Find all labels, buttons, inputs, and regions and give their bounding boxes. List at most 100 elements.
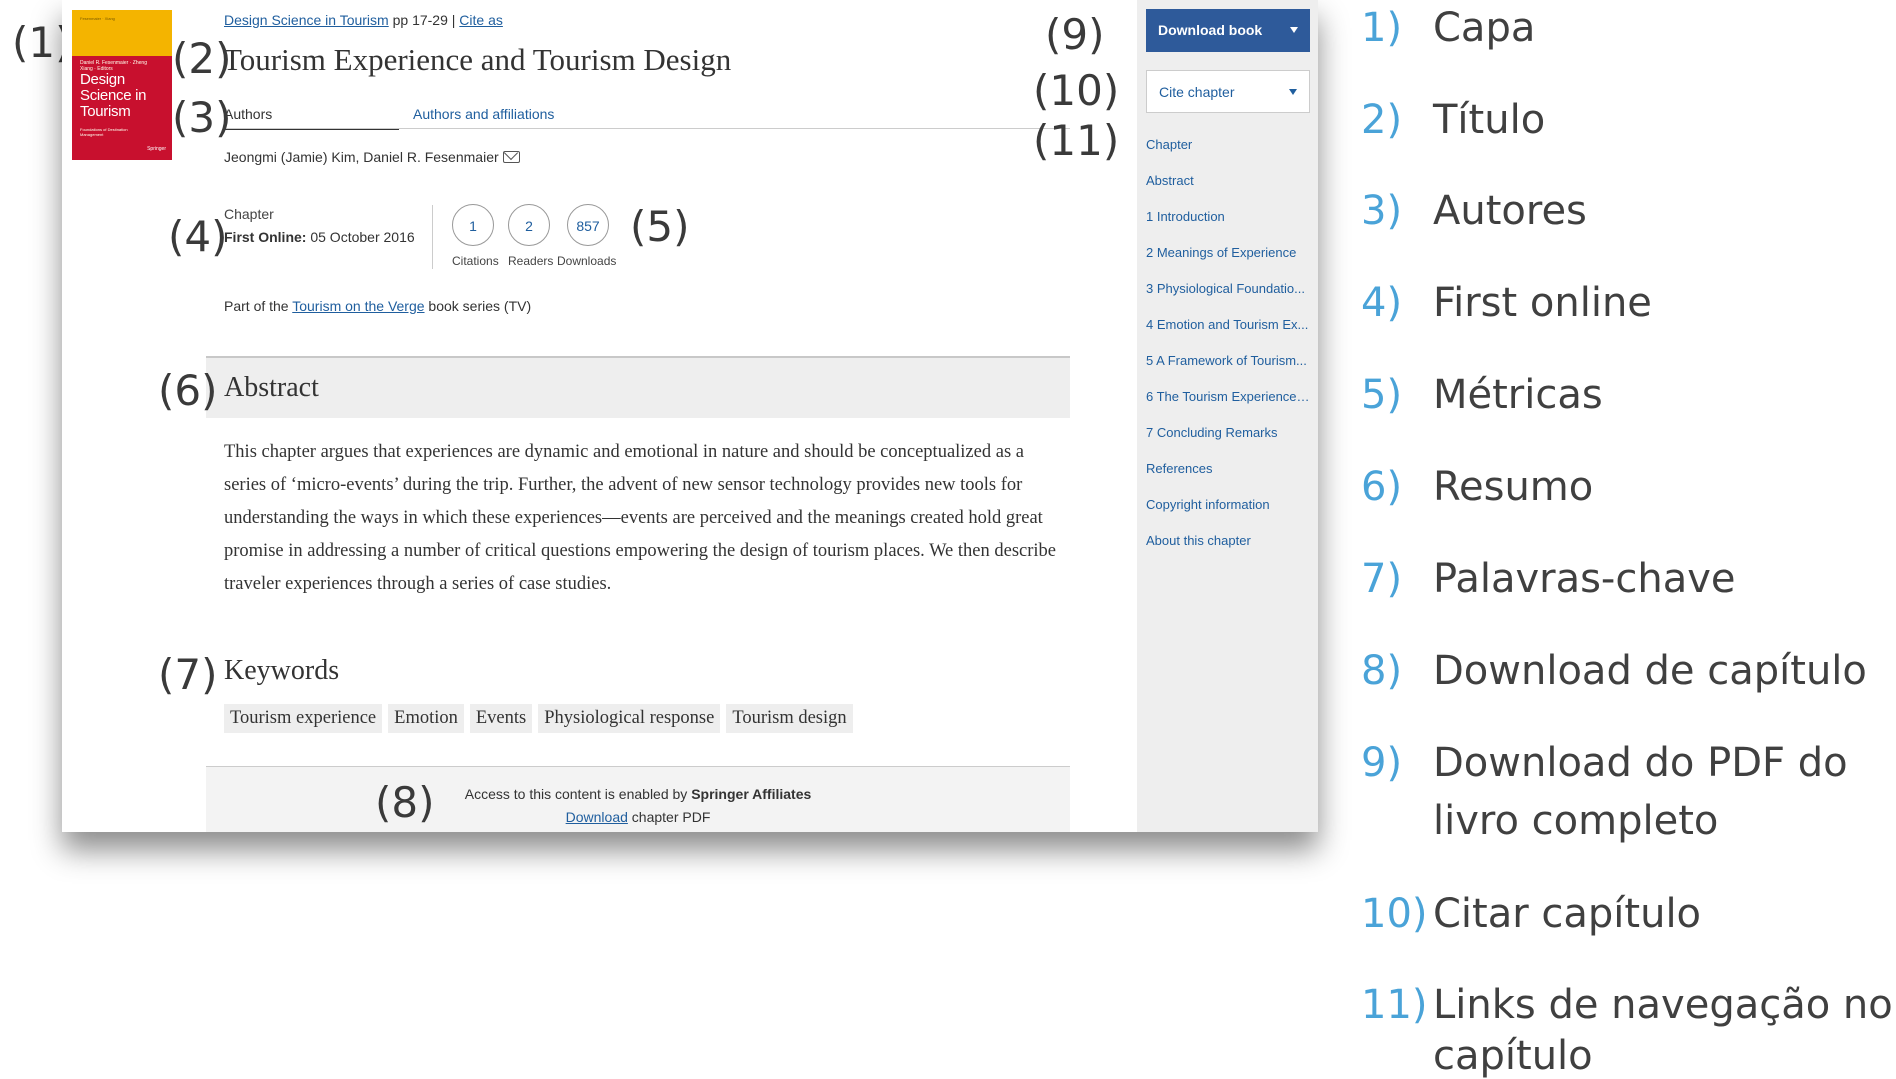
toc-link[interactable]: References — [1146, 461, 1310, 497]
abstract-heading: Abstract — [224, 372, 319, 403]
keyword-tag: Events — [469, 704, 533, 733]
legend-number: 8) — [1361, 648, 1403, 694]
downloads-label: Downloads — [557, 254, 617, 268]
callout-keywords: (7) — [158, 650, 218, 699]
cite-as-link[interactable]: Cite as — [459, 12, 503, 28]
legend-label: Resumo — [1433, 464, 1594, 510]
access-org: Springer Affiliates — [691, 786, 812, 802]
toc-link[interactable]: About this chapter — [1146, 533, 1310, 569]
legend-number: 3) — [1361, 188, 1403, 234]
series-suffix: book series (TV) — [424, 298, 532, 314]
chapter-page-screenshot: Fesenmaier · Xiang Daniel R. Fesenmaier … — [62, 0, 1318, 832]
legend-label-continued: livro completo — [1433, 798, 1719, 844]
mail-icon[interactable] — [502, 151, 520, 163]
toc-link[interactable]: Copyright information — [1146, 497, 1310, 533]
book-series: Part of the Tourism on the Verge book se… — [224, 298, 531, 314]
callout-navigation: (11) — [1033, 116, 1120, 165]
legend-label: Capa — [1433, 5, 1536, 51]
citations-count[interactable]: 1 — [452, 204, 494, 246]
legend-label: Autores — [1433, 188, 1587, 234]
legend-number: 1) — [1361, 5, 1403, 51]
cite-chapter-button[interactable]: Cite chapter — [1146, 70, 1310, 113]
legend-number: 9) — [1361, 740, 1403, 786]
legend-label: First online — [1433, 280, 1652, 326]
series-link[interactable]: Tourism on the Verge — [292, 298, 424, 314]
toc-link[interactable]: Abstract — [1146, 173, 1310, 209]
legend-number: 6) — [1361, 464, 1403, 510]
metrics-divider — [432, 205, 433, 269]
chevron-down-icon — [1290, 27, 1298, 33]
callout-chapter-download: (8) — [375, 778, 435, 827]
legend-label: Citar capítulo — [1433, 891, 1702, 937]
toc-link[interactable]: 7 Concluding Remarks — [1146, 425, 1310, 461]
toc-link[interactable]: 1 Introduction — [1146, 209, 1310, 245]
keywords-heading: Keywords — [224, 655, 340, 686]
callout-title: (2) — [172, 34, 232, 83]
author-names: Jeongmi (Jamie) Kim, Daniel R. Fesenmaie… — [224, 149, 499, 165]
callout-download-book: (9) — [1045, 10, 1105, 59]
access-notice: Access to this content is enabled by Spr… — [206, 786, 1070, 802]
cover-top-text: Fesenmaier · Xiang — [80, 16, 115, 21]
callout-abstract: (6) — [158, 366, 218, 415]
access-text: Access to this content is enabled by — [464, 786, 692, 802]
download-chapter-suffix: chapter PDF — [627, 809, 711, 825]
author-list: Jeongmi (Jamie) Kim, Daniel R. Fesenmaie… — [224, 149, 520, 165]
toc-link[interactable]: 6 The Tourism Experience ... — [1146, 389, 1310, 425]
toc-link[interactable]: 5 A Framework of Tourism... — [1146, 353, 1310, 389]
legend-number: 10) — [1361, 891, 1428, 937]
first-online-label: First Online: — [224, 229, 307, 245]
tab-authors-affiliations[interactable]: Authors and affiliations — [413, 106, 554, 122]
cover-title-line: Science in — [80, 87, 147, 105]
content-type: Chapter — [224, 206, 274, 222]
download-chapter-link[interactable]: Download — [566, 809, 628, 825]
toc-link[interactable]: Chapter — [1146, 137, 1310, 173]
callout-metrics: (5) — [630, 202, 690, 251]
callout-cite-chapter: (10) — [1033, 66, 1120, 115]
cite-chapter-label: Cite chapter — [1159, 84, 1235, 100]
cover-title-line: Design — [80, 71, 125, 88]
callout-first-online: (4) — [168, 212, 228, 261]
legend-label: Título — [1433, 97, 1546, 143]
keyword-tag: Tourism experience — [224, 704, 383, 733]
tab-divider — [224, 128, 1070, 129]
keyword-tag: Emotion — [388, 704, 464, 733]
page-range: pp 17-29 | — [388, 12, 460, 28]
keyword-list: Tourism experience Emotion Events Physiolog… — [224, 704, 859, 733]
book-link[interactable]: Design Science in Tourism — [224, 12, 389, 28]
legend-label: Links de navegação no — [1433, 982, 1893, 1028]
readers-label: Readers — [508, 254, 554, 268]
book-cover[interactable]: Fesenmaier · Xiang Daniel R. Fesenmaier … — [72, 10, 172, 160]
legend-label: Download do PDF do — [1433, 740, 1848, 786]
tab-authors[interactable]: Authors — [224, 106, 399, 130]
legend-label: Palavras-chave — [1433, 556, 1736, 602]
first-online: First Online: 05 October 2016 — [224, 229, 415, 245]
legend-number: 2) — [1361, 97, 1403, 143]
cover-title-line: Tourism — [80, 103, 131, 121]
abstract-header-bar — [206, 356, 1070, 418]
cover-title: Design Science in Tourism — [80, 71, 147, 121]
toc-link[interactable]: 4 Emotion and Tourism Ex... — [1146, 317, 1310, 353]
chapter-navigation: Chapter Abstract 1 Introduction 2 Meanin… — [1146, 137, 1310, 569]
downloads-count[interactable]: 857 — [567, 204, 609, 246]
download-book-label: Download book — [1158, 22, 1263, 38]
citations-label: Citations — [452, 254, 499, 268]
legend-label: Métricas — [1433, 372, 1603, 418]
legend-number: 7) — [1361, 556, 1403, 602]
chapter-title: Tourism Experience and Tourism Design — [223, 42, 732, 77]
legend-label-continued: capítulo — [1433, 1033, 1593, 1079]
legend-label: Download de capítulo — [1433, 648, 1867, 694]
chapter-download: Download chapter PDF — [206, 809, 1070, 825]
toc-link[interactable]: 3 Physiological Foundatio... — [1146, 281, 1310, 317]
legend-number: 11) — [1361, 982, 1428, 1028]
legend-number: 5) — [1361, 372, 1403, 418]
toc-link[interactable]: 2 Meanings of Experience — [1146, 245, 1310, 281]
download-book-button[interactable]: Download book — [1146, 9, 1310, 52]
first-online-date: 05 October 2016 — [306, 229, 415, 245]
abstract-text: This chapter argues that experiences are… — [224, 442, 1056, 594]
keyword-tag: Physiological response — [538, 704, 721, 733]
readers-count[interactable]: 2 — [508, 204, 550, 246]
chevron-down-icon — [1289, 89, 1297, 95]
breadcrumb: Design Science in Tourism pp 17-29 | Cit… — [224, 12, 503, 28]
keyword-tag: Tourism design — [726, 704, 853, 733]
cover-subtitle: Foundations of Destination Management — [80, 127, 128, 137]
